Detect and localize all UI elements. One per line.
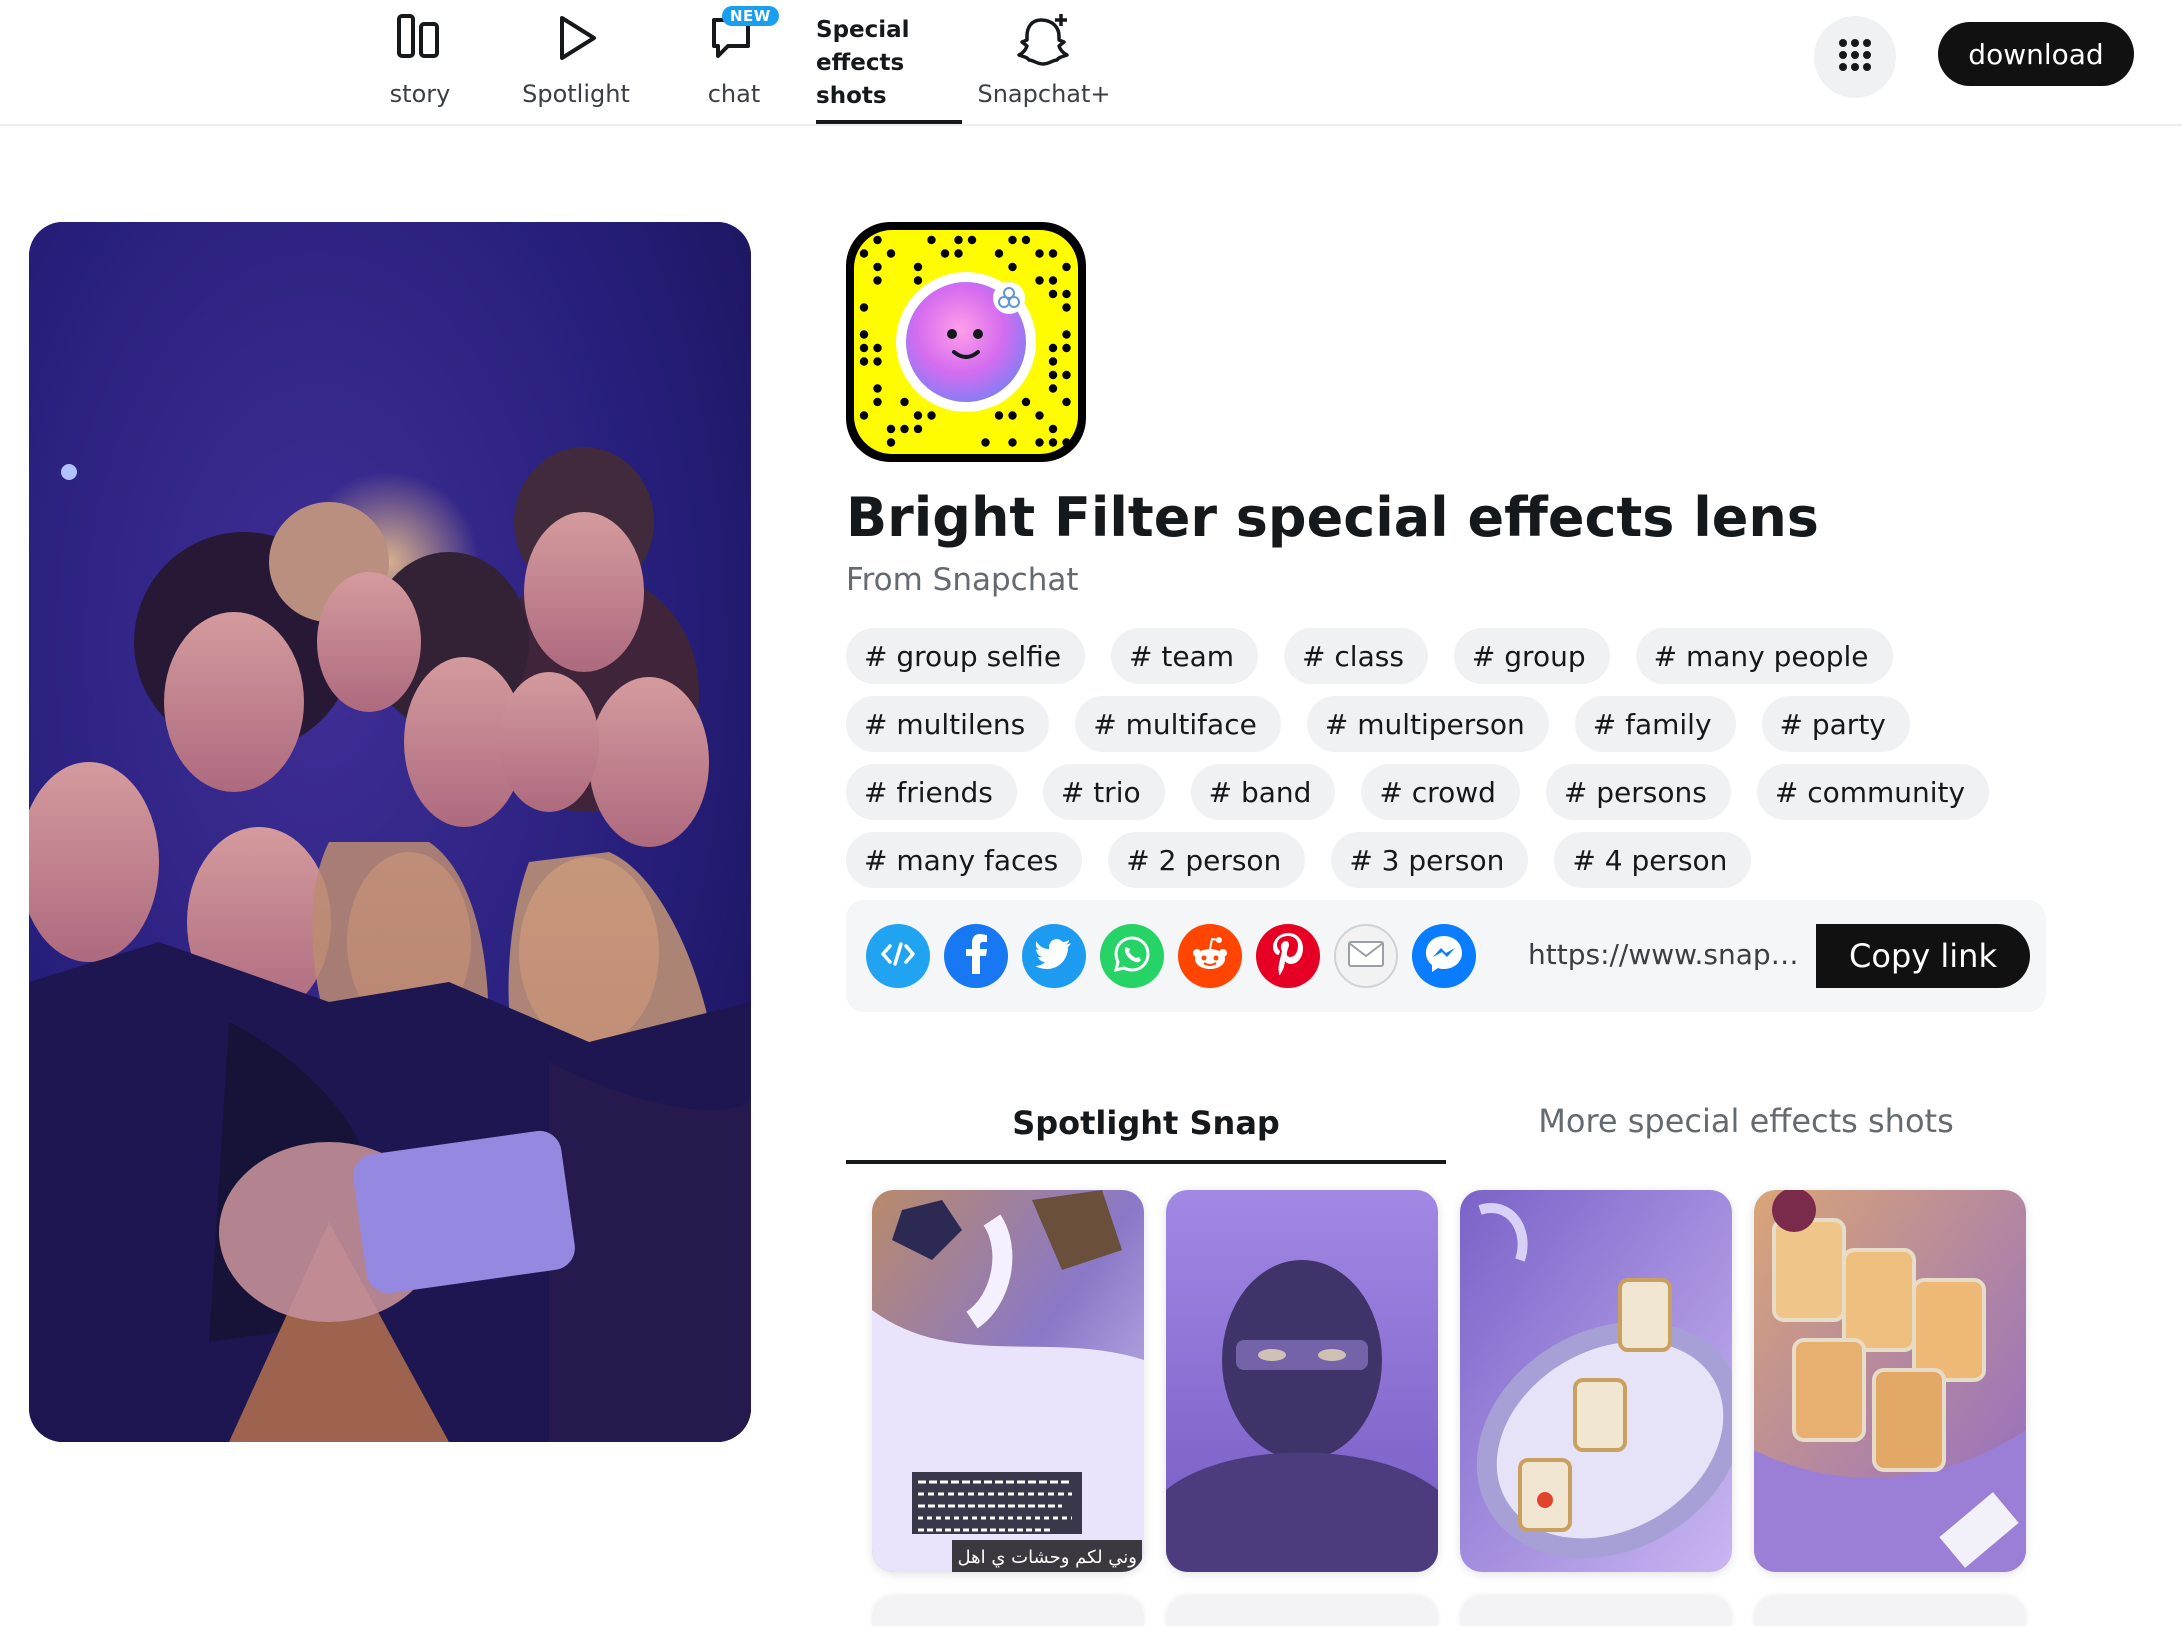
tag-chip[interactable]: # team xyxy=(1111,628,1259,684)
ghost-plus-icon xyxy=(1015,12,1073,72)
story-icon xyxy=(394,12,446,68)
facebook-share-button[interactable] xyxy=(944,924,1008,988)
nav-spotlight-label: Spotlight xyxy=(522,80,630,108)
pinterest-icon xyxy=(1271,933,1305,979)
nav-snapchat-plus[interactable]: Snapchat+ xyxy=(977,0,1111,124)
messenger-icon xyxy=(1424,934,1464,978)
share-bar: https://www.snapc... Copy link xyxy=(846,900,2046,1012)
tag-chip[interactable]: # persons xyxy=(1545,764,1731,820)
whatsapp-share-button[interactable] xyxy=(1100,924,1164,988)
tag-chip[interactable]: # 3 person xyxy=(1331,832,1529,888)
embed-button[interactable] xyxy=(866,924,930,988)
lens-title: Bright Filter special effects lens xyxy=(846,486,1819,549)
share-url-field[interactable]: https://www.snapc... xyxy=(1528,938,1808,971)
messenger-share-button[interactable] xyxy=(1412,924,1476,988)
tag-chip[interactable]: # crowd xyxy=(1361,764,1520,820)
whatsapp-icon xyxy=(1112,934,1152,978)
nav-snapchat-plus-label: Snapchat+ xyxy=(977,80,1111,108)
tag-chip[interactable]: # multilens xyxy=(846,696,1050,752)
tag-chip[interactable]: # family xyxy=(1574,696,1736,752)
facebook-icon xyxy=(964,934,988,978)
email-icon xyxy=(1348,941,1384,971)
spotlight-thumbnail[interactable] xyxy=(1460,1190,1732,1572)
spotlight-thumbnail[interactable] xyxy=(1754,1190,2026,1572)
reddit-share-button[interactable] xyxy=(1178,924,1242,988)
twitter-icon xyxy=(1035,939,1072,973)
tag-chip[interactable]: # trio xyxy=(1042,764,1165,820)
spotlight-thumbnail[interactable] xyxy=(1166,1190,1438,1572)
tag-chip[interactable]: # group xyxy=(1453,628,1610,684)
tag-chip[interactable]: # 4 person xyxy=(1554,832,1752,888)
nav-story[interactable]: story xyxy=(380,0,460,124)
nav-chat-label: chat xyxy=(707,80,761,108)
thumbnail-caption: وني لكم وحشات ي اهل xyxy=(957,1547,1137,1568)
reddit-icon xyxy=(1189,935,1231,977)
nav-story-label: story xyxy=(389,80,451,108)
nav-special-effects-shots[interactable]: Special effects shots xyxy=(816,14,962,124)
tag-chip[interactable]: # multiface xyxy=(1075,696,1281,752)
nav-special-line1: Special xyxy=(816,17,910,43)
download-button[interactable]: download xyxy=(1938,22,2134,86)
tab-more-special-effects-shots[interactable]: More special effects shots xyxy=(1446,1080,2046,1164)
copy-link-button[interactable]: Copy link xyxy=(1816,924,2030,988)
lens-snapcode xyxy=(846,222,1086,462)
thumbnail-row-2-peek xyxy=(872,1596,1144,1626)
tag-chip[interactable]: # band xyxy=(1190,764,1336,820)
tag-chip[interactable]: # multiperson xyxy=(1306,696,1549,752)
lens-creator: From Snapchat xyxy=(846,562,1079,598)
tag-chip[interactable]: # class xyxy=(1284,628,1428,684)
tag-list: # group selfie # team # class # group # many… xyxy=(846,628,2046,888)
nav-spotlight[interactable]: Spotlight xyxy=(522,0,630,124)
lens-preview-image xyxy=(29,222,751,1442)
pinterest-share-button[interactable] xyxy=(1256,924,1320,988)
tag-chip[interactable]: # many faces xyxy=(846,832,1083,888)
grid-dots-icon xyxy=(1838,38,1872,76)
embed-icon xyxy=(880,940,916,972)
top-navigation-bar: story Spotlight chat NEW Special effects… xyxy=(0,0,2182,126)
apps-menu-button[interactable] xyxy=(1814,16,1896,98)
active-nav-underline xyxy=(816,120,962,124)
tag-chip[interactable]: # group selfie xyxy=(846,628,1086,684)
thumbnail-row-2-peek xyxy=(1166,1596,1438,1626)
spotlight-thumbnail[interactable]: وني لكم وحشات ي اهل xyxy=(872,1190,1144,1572)
tag-chip[interactable]: # many people xyxy=(1635,628,1893,684)
email-share-button[interactable] xyxy=(1334,924,1398,988)
nav-special-line2: effects xyxy=(816,50,905,76)
tag-chip[interactable]: # 2 person xyxy=(1108,832,1306,888)
play-icon xyxy=(550,12,602,68)
twitter-share-button[interactable] xyxy=(1022,924,1086,988)
tag-chip[interactable]: # party xyxy=(1761,696,1910,752)
tag-chip[interactable]: # friends xyxy=(846,764,1017,820)
thumbnail-row-2-peek xyxy=(1460,1596,1732,1626)
thumbnail-row-2-peek xyxy=(1754,1596,2026,1626)
new-badge: NEW xyxy=(722,6,779,26)
tag-chip[interactable]: # community xyxy=(1756,764,1990,820)
tab-spotlight-snap[interactable]: Spotlight Snap xyxy=(846,1080,1446,1164)
nav-special-line3: shots xyxy=(816,83,887,109)
